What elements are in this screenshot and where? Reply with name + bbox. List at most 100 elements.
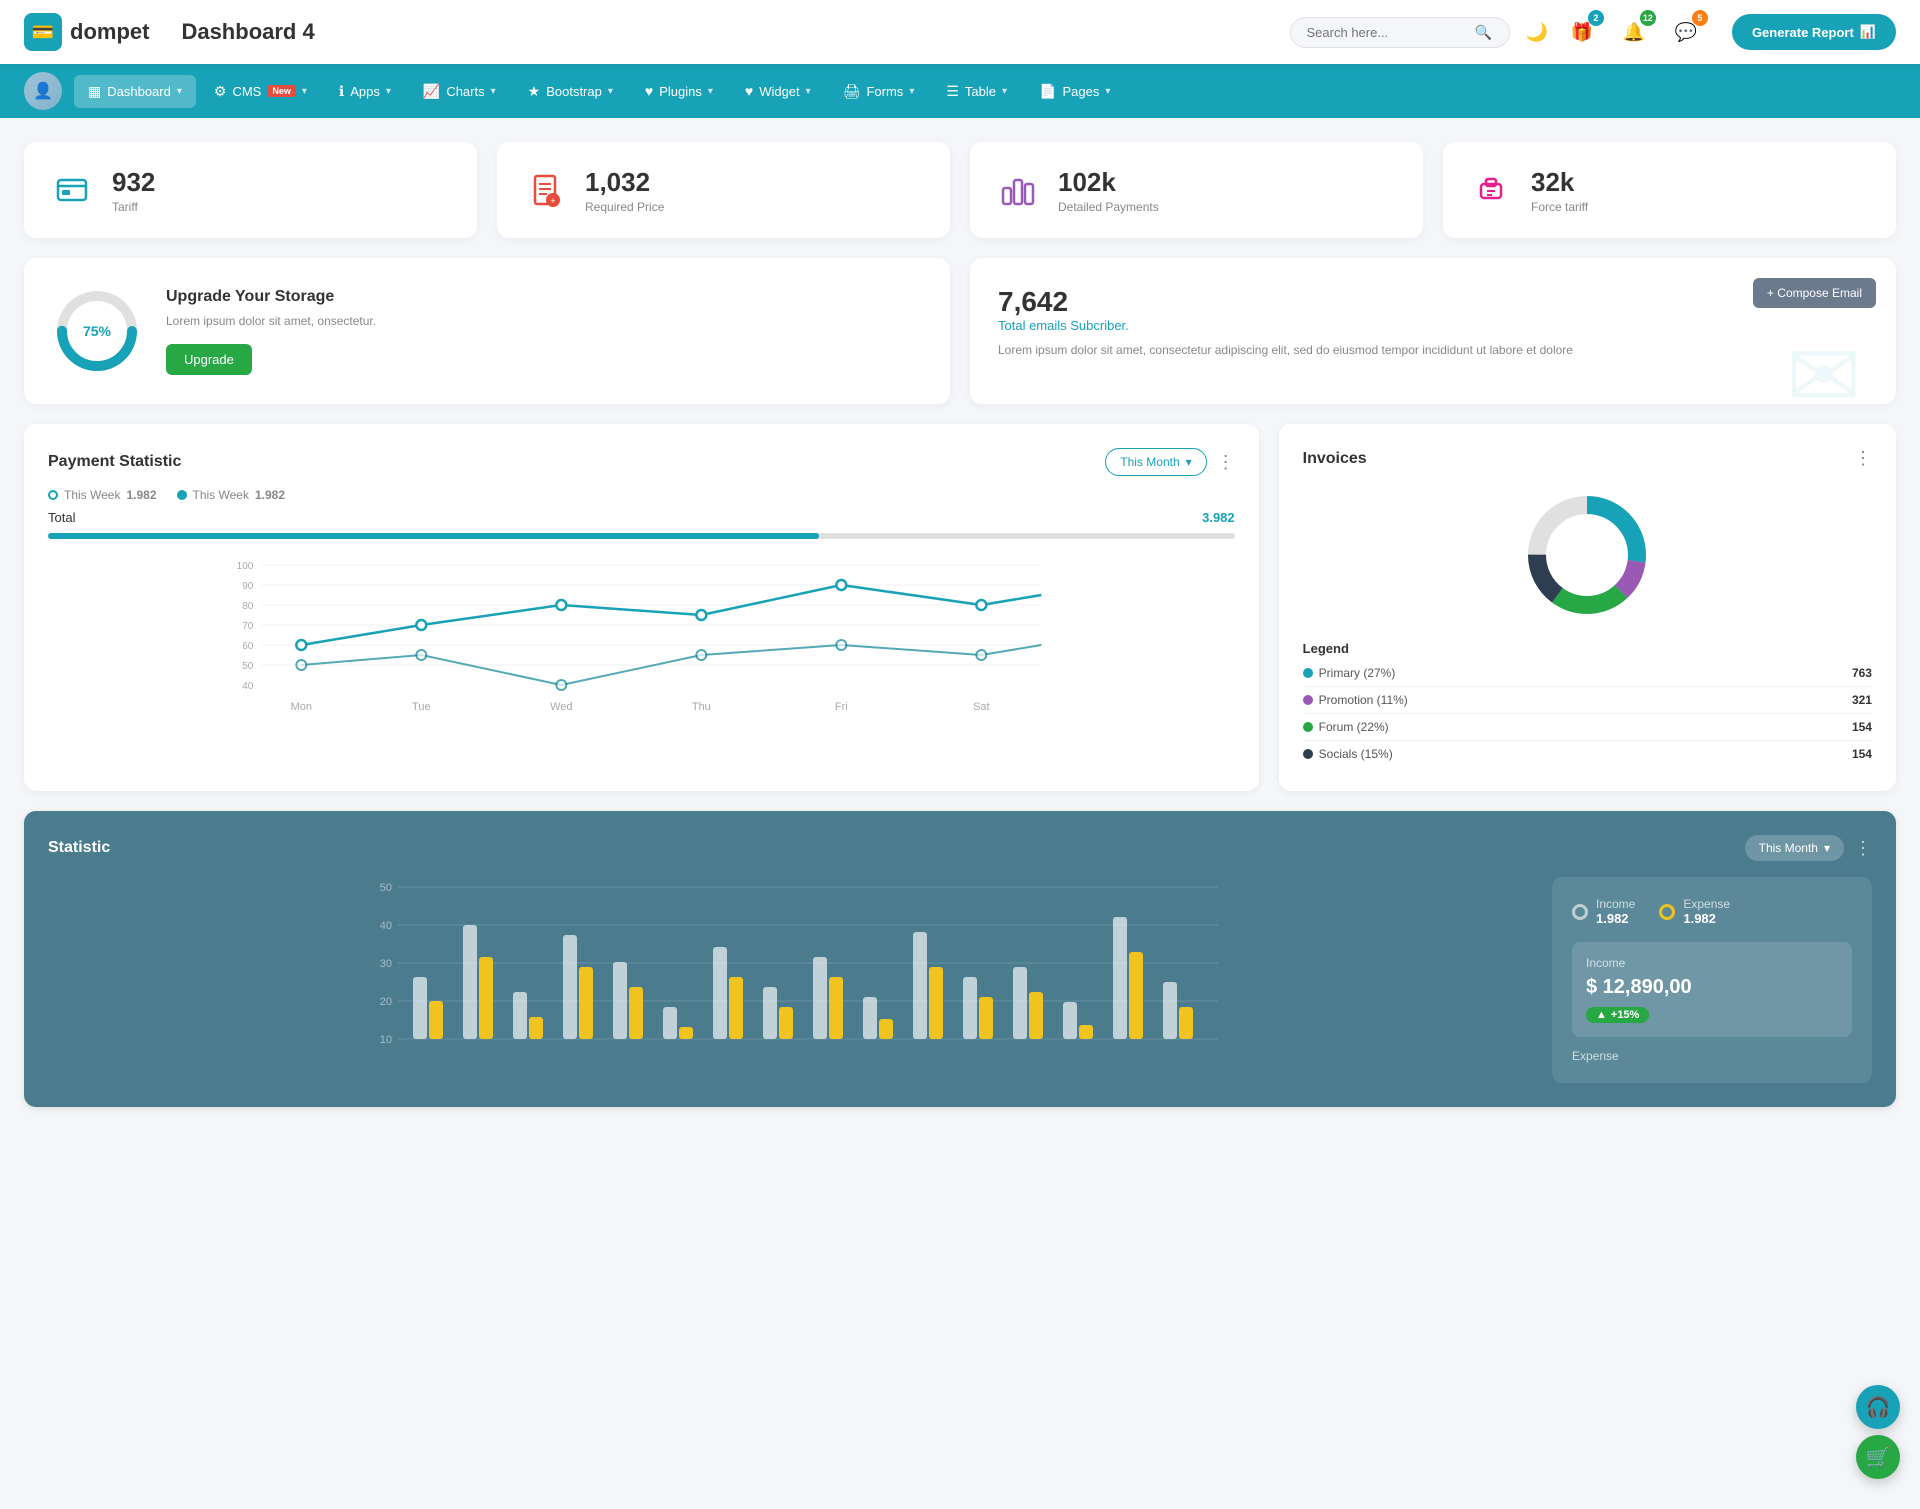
- email-bg-icon: ✉: [1786, 324, 1896, 404]
- email-subtitle: Total emails Subcriber.: [998, 318, 1868, 333]
- badge-text: +15%: [1611, 1009, 1639, 1021]
- bell-icon: 🔔: [1623, 22, 1645, 43]
- income-box-label: Income: [1586, 956, 1838, 970]
- svg-text:70: 70: [242, 621, 254, 632]
- nav-item-widget[interactable]: ♥ Widget ▾: [731, 75, 825, 107]
- bar: [1029, 992, 1043, 1039]
- income-expense-row: Income 1.982 Expense 1.982: [1572, 897, 1852, 926]
- stat-filter-label: This Month: [1759, 841, 1818, 855]
- chevron-forms-icon: ▾: [909, 86, 914, 97]
- primary-dot: [1303, 668, 1313, 678]
- total-label: Total: [48, 510, 75, 525]
- nav-label-pages: Pages: [1062, 84, 1099, 99]
- nav-item-table[interactable]: ☰ Table ▾: [932, 75, 1021, 108]
- gift-btn[interactable]: 🎁 2: [1564, 14, 1600, 50]
- bar: [913, 932, 927, 1039]
- nav-item-apps[interactable]: ℹ Apps ▾: [325, 75, 405, 108]
- notification-btn[interactable]: 🔔 12: [1616, 14, 1652, 50]
- nav-item-forms[interactable]: 🖨 Forms ▾: [829, 75, 929, 108]
- nav-label-charts: Charts: [446, 84, 484, 99]
- chevron-charts-icon: ▾: [491, 86, 496, 97]
- nav-item-plugins[interactable]: ♥ Plugins ▾: [631, 75, 727, 107]
- stat-card-tariff: 932 Tariff: [24, 142, 477, 238]
- search-input[interactable]: [1307, 25, 1467, 40]
- inv-primary-left: Primary (27%): [1303, 666, 1396, 680]
- promotion-label: Promotion (11%): [1319, 693, 1408, 707]
- main-content: 932 Tariff + 1,032 Required Price 102k D…: [0, 118, 1920, 1151]
- socials-value: 154: [1852, 747, 1872, 761]
- nav-item-cms[interactable]: ⚙ CMS New ▾: [200, 75, 321, 108]
- income-info: Income 1.982: [1596, 897, 1635, 926]
- statistic-title: Statistic: [48, 839, 110, 857]
- income-box-value: $ 12,890,00: [1586, 976, 1838, 999]
- statistic-menu-icon[interactable]: ⋮: [1854, 838, 1872, 859]
- nav-item-charts[interactable]: 📈 Charts ▾: [409, 75, 510, 108]
- invoice-legend-forum: Forum (22%) 154: [1303, 714, 1872, 741]
- bar: [763, 987, 777, 1039]
- chevron-apps-icon: ▾: [386, 86, 391, 97]
- invoice-legend-socials: Socials (15%) 154: [1303, 741, 1872, 767]
- bar: [1129, 952, 1143, 1039]
- table-icon: ☰: [946, 83, 959, 100]
- invoices-card: Invoices ⋮ Leg: [1279, 424, 1896, 791]
- bar: [829, 977, 843, 1039]
- detailed-payments-value: 102k: [1058, 167, 1159, 198]
- storage-text: Upgrade Your Storage Lorem ipsum dolor s…: [166, 288, 376, 375]
- email-description: Lorem ipsum dolor sit amet, consectetur …: [998, 341, 1868, 359]
- bar: [1113, 917, 1127, 1039]
- expense-item: Expense 1.982: [1659, 897, 1730, 926]
- legend-dot-2: [177, 490, 187, 500]
- bar: [963, 977, 977, 1039]
- nav-item-pages[interactable]: 📄 Pages ▾: [1025, 75, 1124, 108]
- cart-fab[interactable]: 🛒: [1856, 1435, 1900, 1479]
- invoices-menu-icon[interactable]: ⋮: [1854, 448, 1872, 469]
- svg-text:40: 40: [380, 920, 392, 932]
- arrow-up-icon: ▲: [1596, 1009, 1607, 1021]
- inv-forum-left: Forum (22%): [1303, 720, 1389, 734]
- svg-text:90: 90: [242, 581, 254, 592]
- bar-chart-container: 50 40 30 20 10: [48, 877, 1528, 1083]
- support-fab[interactable]: 🎧: [1856, 1385, 1900, 1429]
- svg-text:Mon: Mon: [291, 701, 312, 713]
- plugins-icon: ♥: [645, 83, 653, 99]
- payment-controls: This Month ▾ ⋮: [1105, 448, 1234, 476]
- bar: [813, 957, 827, 1039]
- apps-icon: ℹ: [339, 83, 344, 100]
- svg-text:60: 60: [242, 641, 254, 652]
- svg-text:50: 50: [242, 661, 254, 672]
- legend-value-1: 1.982: [126, 488, 156, 502]
- svg-text:Tue: Tue: [412, 701, 431, 713]
- chat-btn[interactable]: 💬 5: [1668, 14, 1704, 50]
- invoice-legend-primary: Primary (27%) 763: [1303, 660, 1872, 687]
- income-value: 1.982: [1596, 911, 1635, 926]
- nav-item-dashboard[interactable]: ▦ Dashboard ▾: [74, 75, 196, 108]
- bar: [413, 977, 427, 1039]
- payment-filter-button[interactable]: This Month ▾: [1105, 448, 1206, 476]
- forms-icon: 🖨: [843, 83, 861, 100]
- required-price-info: 1,032 Required Price: [585, 167, 664, 214]
- required-price-icon: +: [521, 166, 569, 214]
- gift-badge: 2: [1588, 10, 1604, 26]
- statistic-filter-button[interactable]: This Month ▾: [1745, 835, 1844, 861]
- generate-btn-label: Generate Report: [1752, 25, 1854, 40]
- nav-item-bootstrap[interactable]: ★ Bootstrap ▾: [514, 75, 627, 108]
- avatar-image: 👤: [24, 72, 62, 110]
- moon-icon[interactable]: 🌙: [1526, 22, 1548, 43]
- search-bar[interactable]: 🔍: [1290, 17, 1510, 48]
- bar: [1163, 982, 1177, 1039]
- generate-report-button[interactable]: Generate Report 📊: [1732, 14, 1896, 50]
- logo-text: dompet: [70, 19, 149, 45]
- upgrade-button[interactable]: Upgrade: [166, 344, 252, 375]
- primary-value: 763: [1852, 666, 1872, 680]
- invoices-donut-svg: [1517, 485, 1657, 625]
- svg-text:20: 20: [380, 996, 392, 1008]
- chevron-pages-icon: ▾: [1105, 86, 1110, 97]
- compose-email-button[interactable]: + Compose Email: [1753, 278, 1876, 308]
- gift-icon: 🎁: [1571, 22, 1593, 43]
- pages-icon: 📄: [1039, 83, 1056, 100]
- invoices-header: Invoices ⋮: [1303, 448, 1872, 469]
- progress-bar-fill: [48, 533, 819, 539]
- force-tariff-icon: [1467, 166, 1515, 214]
- income-box: Income $ 12,890,00 ▲ +15%: [1572, 942, 1852, 1037]
- payment-menu-icon[interactable]: ⋮: [1217, 452, 1235, 473]
